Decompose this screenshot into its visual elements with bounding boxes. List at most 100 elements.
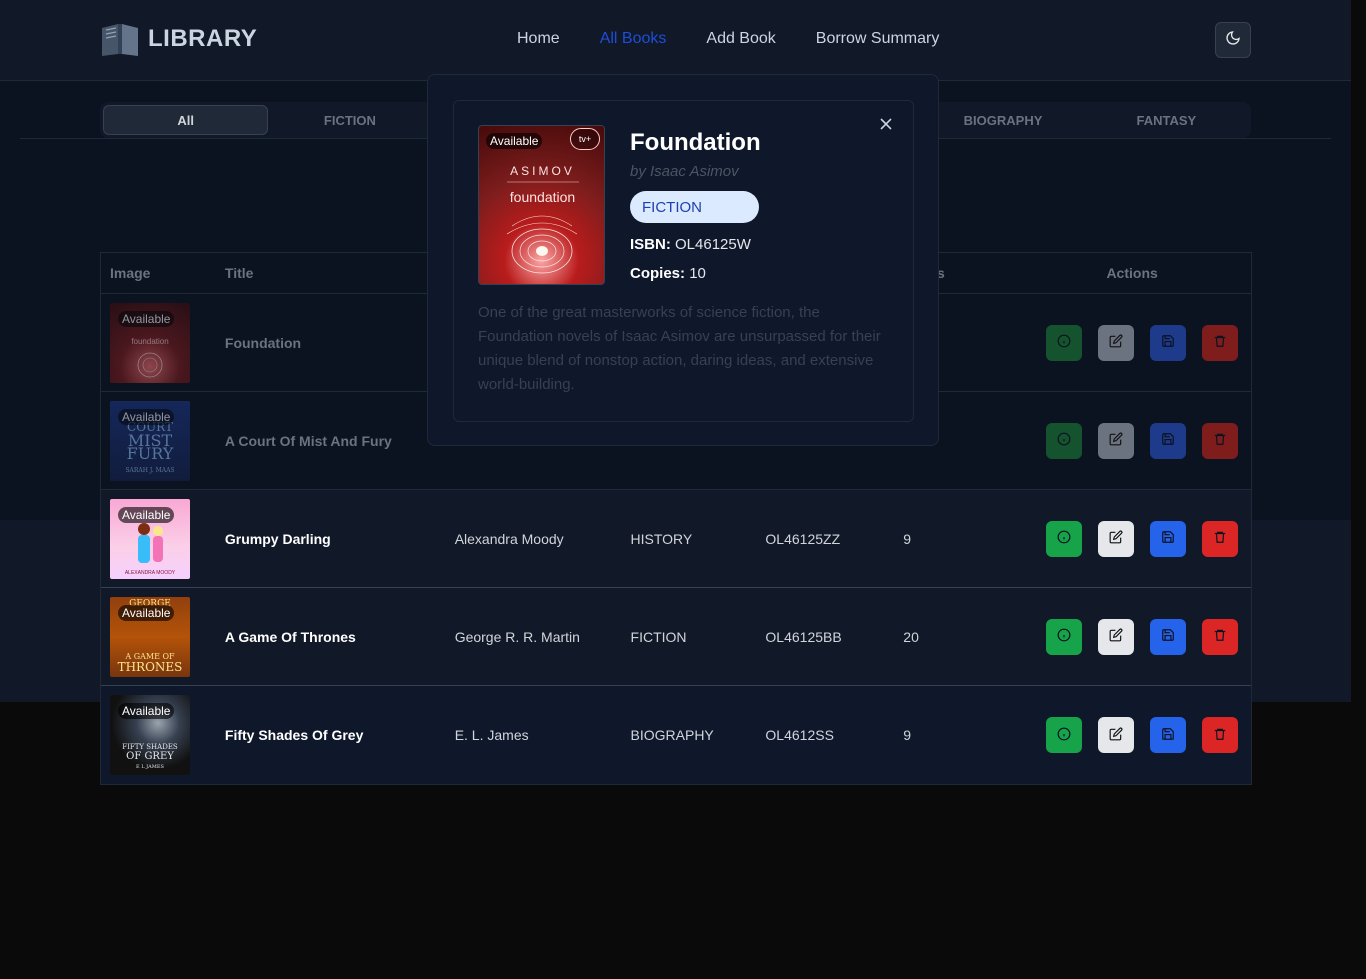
edit-icon xyxy=(1109,530,1123,547)
edit-button[interactable] xyxy=(1098,618,1135,655)
modal-isbn: ISBN: OL46125W xyxy=(630,236,751,253)
info-icon xyxy=(1057,530,1071,547)
book-copies: 9 xyxy=(903,530,912,547)
row-actions xyxy=(993,520,1251,557)
brand[interactable]: LIBRARY xyxy=(100,20,257,58)
info-button[interactable] xyxy=(1046,324,1083,361)
save-button[interactable] xyxy=(1150,422,1187,459)
book-isbn: OL46125ZZ xyxy=(765,530,841,547)
nav-all-books[interactable]: All Books xyxy=(600,30,667,48)
apple-tv-icon: tv+ xyxy=(570,128,600,150)
save-icon xyxy=(1161,530,1175,547)
book-title: Fifty Shades Of Grey xyxy=(224,727,364,743)
book-logo-icon xyxy=(100,20,140,58)
navbar: LIBRARY Home All Books Add Book Borrow S… xyxy=(0,0,1351,81)
delete-button[interactable] xyxy=(1202,422,1239,459)
book-cover-fifty: FIFTY SHADES OF GREY E L JAMES Available xyxy=(110,695,190,775)
cover-text: ASIMOV xyxy=(510,164,575,178)
info-button[interactable] xyxy=(1046,422,1083,459)
cover-text: E L JAMES xyxy=(136,764,164,770)
trash-icon xyxy=(1213,432,1227,449)
modal-author: by Isaac Asimov xyxy=(630,163,739,180)
row-actions xyxy=(993,422,1251,459)
book-title: Foundation xyxy=(224,334,302,351)
status-badge: Available xyxy=(118,703,175,719)
cover-text: FURY xyxy=(126,443,174,463)
book-title: A Game Of Thrones xyxy=(224,628,356,645)
info-icon xyxy=(1057,727,1071,744)
delete-button[interactable] xyxy=(1202,520,1239,557)
table-row: ALEXANDRA MOODY Available Grumpy Darling… xyxy=(101,490,1251,588)
modal-title: Foundation xyxy=(630,129,761,156)
edit-icon xyxy=(1109,334,1123,351)
tab-fantasy[interactable]: FANTASY xyxy=(1085,105,1248,135)
row-actions xyxy=(993,324,1251,361)
col-actions: Actions xyxy=(1106,265,1158,281)
nav-add-book[interactable]: Add Book xyxy=(706,30,775,48)
info-icon xyxy=(1057,628,1071,645)
nav-home[interactable]: Home xyxy=(517,30,560,48)
book-title: Grumpy Darling xyxy=(224,530,331,547)
moon-icon xyxy=(1225,30,1241,51)
delete-button[interactable] xyxy=(1202,618,1239,655)
isbn-label: ISBN: xyxy=(630,236,671,253)
row-actions xyxy=(993,618,1251,655)
book-author: Alexandra Moody xyxy=(454,530,564,547)
modal-card: ASIMOV foundation tv+ Available Foundati… xyxy=(453,100,914,422)
edit-icon xyxy=(1109,727,1123,744)
modal-copies: Copies: 10 xyxy=(630,265,706,282)
book-title: A Court Of Mist And Fury xyxy=(224,432,392,449)
save-icon xyxy=(1161,334,1175,351)
edit-icon xyxy=(1109,628,1123,645)
cover-text: SARAH J. MAAS xyxy=(125,466,175,474)
status-badge: Available xyxy=(118,604,175,621)
book-genre: BIOGRAPHY xyxy=(630,727,714,743)
edit-button[interactable] xyxy=(1098,324,1135,361)
edit-button[interactable] xyxy=(1098,520,1135,557)
book-cover-got: GEORGE A GAME OF THRONES Available xyxy=(110,596,190,677)
book-cover-grumpy: ALEXANDRA MOODY Available xyxy=(110,498,190,579)
save-button[interactable] xyxy=(1150,717,1187,753)
cover-text: tv+ xyxy=(578,134,592,144)
modal-description: One of the great masterworks of science … xyxy=(478,304,881,393)
edit-button[interactable] xyxy=(1098,422,1135,459)
book-genre: FICTION xyxy=(630,628,687,645)
book-cover-foundation: foundation Available xyxy=(110,302,190,383)
save-icon xyxy=(1161,727,1175,744)
theme-toggle-button[interactable] xyxy=(1215,22,1251,58)
info-button[interactable] xyxy=(1046,520,1083,557)
book-isbn: OL46125BB xyxy=(765,628,842,645)
trash-icon xyxy=(1213,530,1227,547)
info-button[interactable] xyxy=(1046,717,1083,753)
close-icon xyxy=(879,118,893,135)
book-details-modal: ASIMOV foundation tv+ Available Foundati… xyxy=(427,74,939,446)
cover-text: OF GREY xyxy=(126,751,174,762)
genre-badge: FICTION xyxy=(630,191,759,223)
cover-text: foundation xyxy=(131,336,169,346)
cover-text: foundation xyxy=(509,189,576,205)
tab-fiction[interactable]: FICTION xyxy=(268,105,431,135)
book-copies: 20 xyxy=(903,628,919,645)
book-copies: 9 xyxy=(903,727,912,743)
delete-button[interactable] xyxy=(1202,717,1239,753)
delete-button[interactable] xyxy=(1202,324,1239,361)
save-button[interactable] xyxy=(1150,618,1187,655)
tab-all[interactable]: All xyxy=(103,105,269,135)
book-author: E. L. James xyxy=(454,727,529,743)
edit-button[interactable] xyxy=(1098,717,1135,753)
tab-biography[interactable]: BIOGRAPHY xyxy=(921,105,1084,135)
table-row: GEORGE A GAME OF THRONES Available A Gam… xyxy=(101,588,1251,686)
info-button[interactable] xyxy=(1046,618,1083,655)
isbn-value: OL46125W xyxy=(675,236,751,253)
status-badge: Available xyxy=(118,506,175,523)
copies-label: Copies: xyxy=(630,265,686,282)
info-icon xyxy=(1057,334,1071,351)
save-button[interactable] xyxy=(1150,324,1187,361)
save-button[interactable] xyxy=(1150,520,1187,557)
info-icon xyxy=(1057,432,1071,449)
brand-name: LIBRARY xyxy=(148,25,258,52)
close-button[interactable] xyxy=(879,117,895,133)
cover-text: THRONES xyxy=(117,659,183,674)
status-badge: Available xyxy=(118,408,175,425)
nav-borrow-summary[interactable]: Borrow Summary xyxy=(816,30,940,48)
